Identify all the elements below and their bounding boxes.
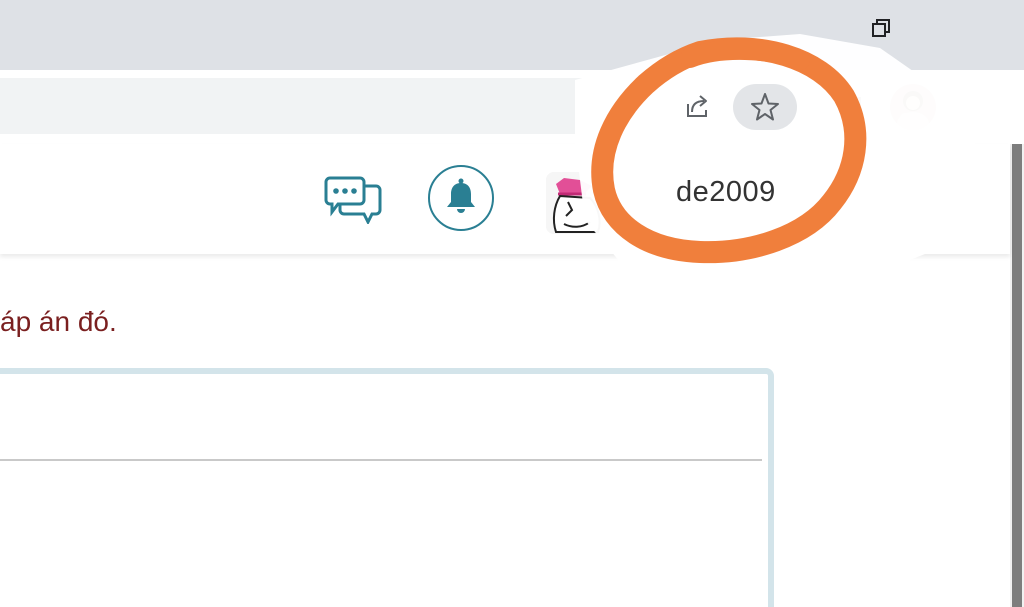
screenshot-stage: de2009 áp án đó. de2009 (0, 0, 1024, 607)
bell-icon (447, 178, 475, 213)
site-header (0, 144, 1010, 254)
window-restore-icon[interactable] (868, 16, 894, 42)
bookmark-star-button-overlay[interactable] (733, 84, 797, 130)
star-icon-overlay (751, 93, 779, 121)
answer-editor-box[interactable] (0, 368, 774, 607)
chat-bubbles-icon[interactable] (322, 172, 382, 226)
username-label-overlay[interactable]: de2009 (676, 176, 776, 209)
share-icon-overlay[interactable] (680, 90, 714, 124)
page-scrollbar-thumb[interactable] (1012, 144, 1022, 607)
notification-button[interactable] (428, 165, 494, 231)
puzzle-icon[interactable] (836, 88, 866, 118)
user-avatar-thumbnail[interactable] (546, 172, 608, 234)
content-text: áp án đó. (0, 306, 117, 337)
profile-avatar[interactable] (890, 84, 936, 130)
editor-toolbar-divider (0, 459, 762, 461)
